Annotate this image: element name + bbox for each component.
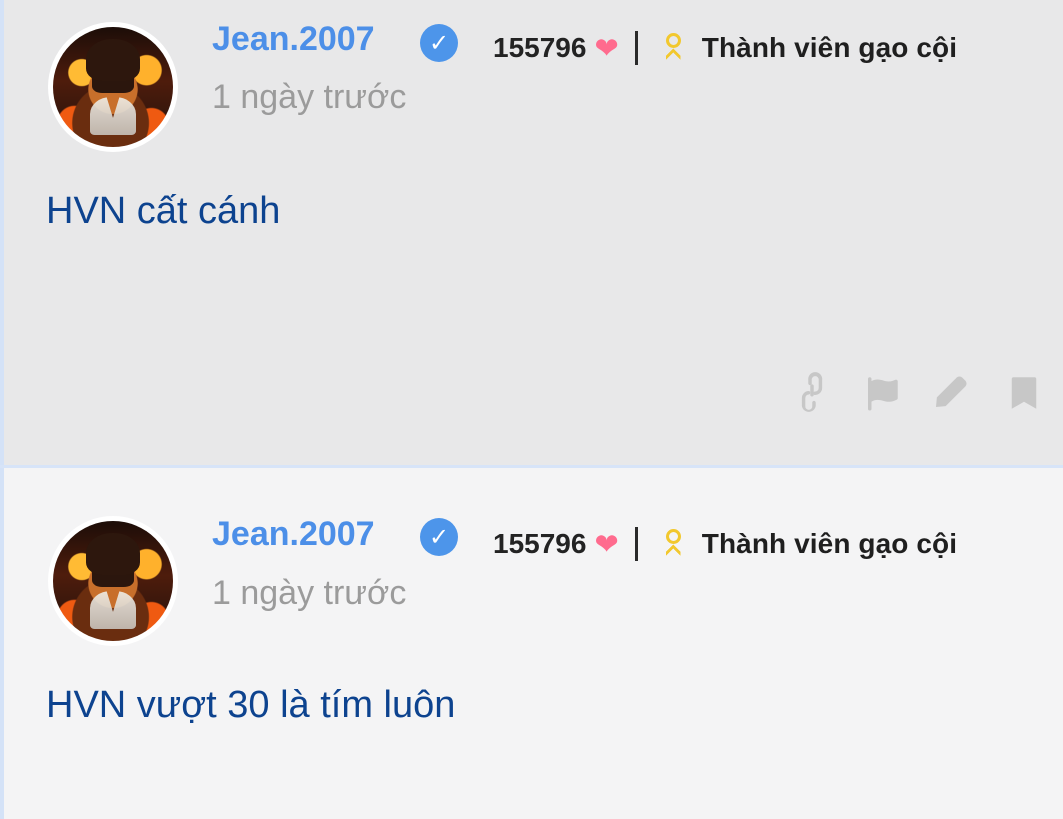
post-time: 1 ngày trước [212, 574, 407, 612]
stats-separator [634, 31, 638, 65]
verified-check-icon: ✓ [420, 518, 458, 556]
post-content: HVN cất cánh [46, 190, 281, 232]
author-name[interactable]: Jean.2007 [212, 22, 375, 56]
member-rank: Thành viên gạo cội [701, 32, 958, 63]
like-count: 155796 [493, 528, 587, 559]
avatar [53, 27, 173, 147]
author-name[interactable]: Jean.2007 [212, 517, 375, 551]
member-rank: Thành viên gạo cội [701, 528, 958, 559]
edit-icon[interactable] [926, 369, 974, 417]
flag-icon[interactable] [858, 369, 906, 417]
award-icon [658, 31, 692, 65]
bookmark-icon[interactable] [1000, 369, 1048, 417]
post-time: 1 ngày trước [212, 78, 407, 116]
avatar [53, 521, 173, 641]
avatar-frame[interactable] [48, 516, 178, 646]
verified-check-icon: ✓ [420, 24, 458, 62]
link-icon[interactable] [778, 359, 846, 427]
post-card: Jean.2007 ✓ 155796 ❤ Thành viên gạo cội … [0, 0, 1063, 465]
heart-icon: ❤ [594, 32, 619, 65]
user-stats: 155796 ❤ Thành viên gạo cội [493, 31, 957, 65]
like-count: 155796 [493, 32, 587, 63]
stats-separator [634, 527, 638, 561]
post-actions [788, 369, 1063, 417]
heart-icon: ❤ [594, 528, 619, 561]
award-icon [658, 527, 692, 561]
user-stats: 155796 ❤ Thành viên gạo cội [493, 527, 957, 561]
post-card: Jean.2007 ✓ 155796 ❤ Thành viên gạo cội … [0, 468, 1063, 819]
avatar-frame[interactable] [48, 22, 178, 152]
post-content: HVN vượt 30 là tím luôn [46, 684, 456, 726]
